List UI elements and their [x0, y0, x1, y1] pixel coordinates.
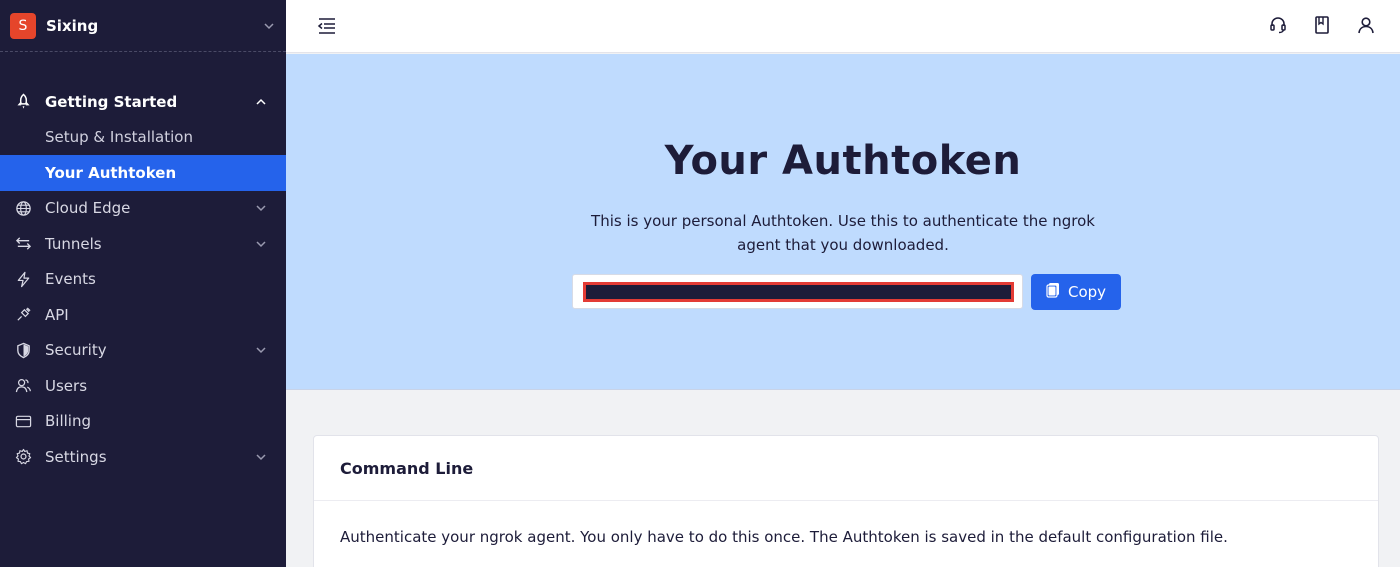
sidebar-item-tunnels[interactable]: Tunnels: [0, 226, 286, 262]
sidebar-item-getting-started[interactable]: Getting Started: [0, 84, 286, 120]
sidebar: S Sixing Getting Started Setup & Install…: [0, 0, 286, 567]
lightning-icon: [14, 270, 32, 288]
sidebar-subitem-setup-installation[interactable]: Setup & Installation: [0, 120, 286, 156]
sidebar-item-billing[interactable]: Billing: [0, 404, 286, 440]
sidebar-item-events[interactable]: Events: [0, 262, 286, 298]
org-switcher[interactable]: S Sixing: [0, 0, 286, 52]
headset-icon[interactable]: [1267, 14, 1289, 36]
sidebar-item-label: API: [45, 305, 69, 324]
chevron-down-icon: [254, 450, 268, 464]
authtoken-description: This is your personal Authtoken. Use thi…: [591, 212, 1095, 254]
sidebar-item-label: Settings: [45, 447, 107, 466]
sidebar-subitem-your-authtoken[interactable]: Your Authtoken: [0, 155, 286, 191]
org-avatar: S: [10, 12, 36, 39]
copy-icon: [1046, 282, 1060, 302]
page-title: Your Authtoken: [664, 138, 1022, 184]
user-icon[interactable]: [1355, 14, 1377, 36]
sidebar-item-users[interactable]: Users: [0, 368, 286, 404]
sidebar-item-label: Cloud Edge: [45, 199, 131, 218]
sidebar-item-label: Billing: [45, 412, 91, 431]
top-bar: [286, 0, 1400, 53]
chevron-up-icon: [254, 95, 268, 109]
chevron-down-icon: [254, 201, 268, 215]
sidebar-item-security[interactable]: Security: [0, 333, 286, 369]
copy-button[interactable]: Copy: [1031, 274, 1121, 310]
chevron-down-icon: [262, 19, 276, 33]
rocket-icon: [14, 93, 32, 111]
redacted-token: [583, 282, 1014, 302]
org-name: Sixing: [46, 16, 99, 35]
card-icon: [14, 412, 32, 430]
sidebar-item-label: Tunnels: [45, 234, 102, 253]
chevron-down-icon: [254, 237, 268, 251]
sidebar-item-api[interactable]: API: [0, 297, 286, 333]
card-body-text: Authenticate your ngrok agent. You only …: [340, 528, 1228, 546]
sidebar-item-label: Getting Started: [45, 92, 178, 111]
sidebar-nav: Getting Started Setup & Installation You…: [0, 84, 286, 475]
collapse-sidebar-icon[interactable]: [316, 15, 338, 37]
globe-icon: [14, 199, 32, 217]
authtoken-hero: Your Authtoken This is your personal Aut…: [286, 54, 1400, 390]
shield-icon: [14, 341, 32, 359]
copy-button-label: Copy: [1067, 283, 1107, 301]
command-line-card: Command Line Authenticate your ngrok age…: [313, 435, 1379, 567]
sidebar-item-label: Security: [45, 341, 107, 360]
arrows-icon: [14, 235, 32, 253]
sidebar-item-settings[interactable]: Settings: [0, 439, 286, 475]
sidebar-item-label: Users: [45, 376, 88, 395]
chevron-down-icon: [254, 343, 268, 357]
sidebar-item-label: Events: [45, 270, 96, 289]
plug-icon: [14, 306, 32, 324]
users-icon: [14, 377, 32, 395]
card-title: Command Line: [314, 436, 1378, 501]
authtoken-field[interactable]: [572, 274, 1023, 309]
sidebar-item-cloud-edge[interactable]: Cloud Edge: [0, 191, 286, 227]
book-icon[interactable]: [1311, 14, 1333, 36]
gear-icon: [14, 448, 32, 466]
